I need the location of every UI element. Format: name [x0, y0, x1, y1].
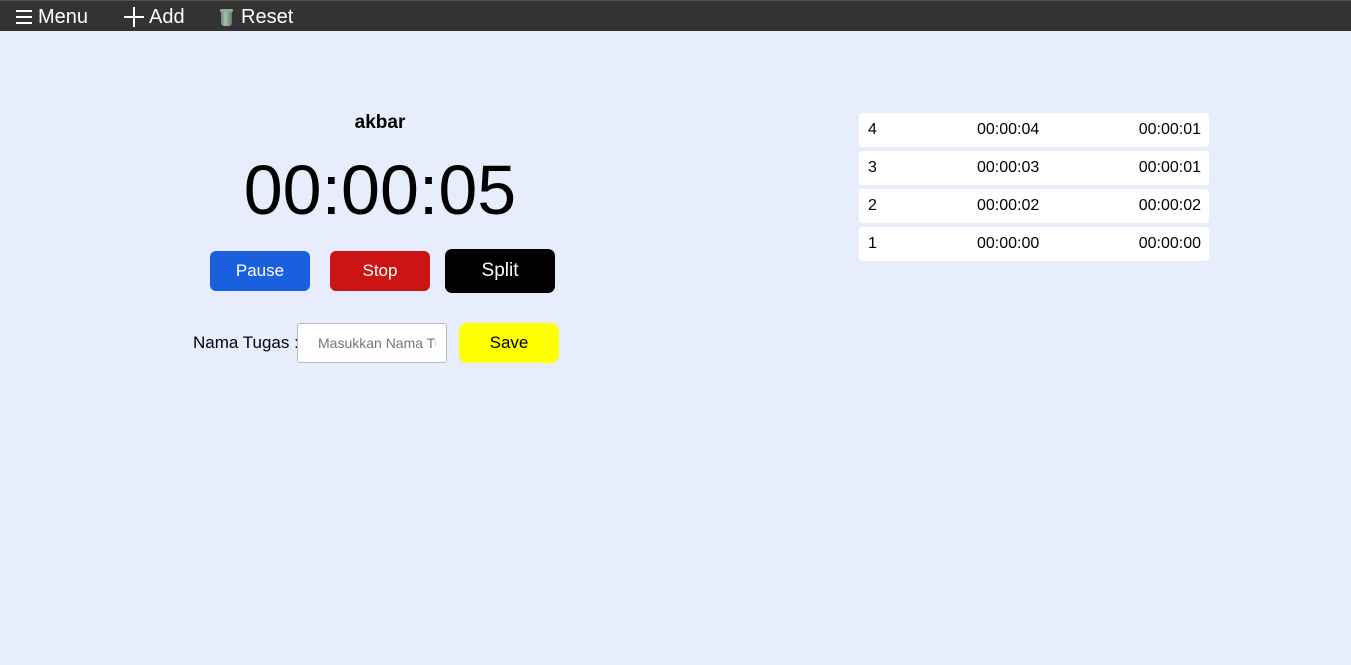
add-button[interactable]: Add: [124, 5, 185, 29]
lap-time: 00:00:02: [977, 197, 1040, 214]
hamburger-icon: [16, 10, 32, 24]
lap-number: 2: [868, 197, 877, 214]
task-name-input[interactable]: [297, 323, 447, 363]
lap-difference: 00:00:01: [1138, 121, 1201, 138]
lap-time: 00:00:03: [977, 159, 1040, 176]
lap-difference: 00:00:01: [1138, 159, 1201, 176]
stop-button[interactable]: Stop: [330, 251, 430, 291]
lap-number: 1: [868, 235, 877, 252]
lap-row: 3 00:00:03 00:00:01: [859, 151, 1209, 185]
trash-icon: [220, 8, 233, 26]
lap-list: 4 00:00:04 00:00:01 3 00:00:03 00:00:01 …: [859, 113, 1209, 265]
lap-time: 00:00:04: [977, 121, 1040, 138]
pause-button[interactable]: Pause: [210, 251, 310, 291]
plus-icon: [124, 7, 144, 27]
lap-number: 4: [868, 121, 877, 138]
top-nav-bar: Menu Add Reset: [0, 0, 1351, 31]
lap-difference: 00:00:00: [1138, 235, 1201, 252]
menu-button[interactable]: Menu: [16, 5, 88, 29]
add-label: Add: [149, 5, 185, 28]
save-button[interactable]: Save: [459, 323, 559, 363]
lap-row: 4 00:00:04 00:00:01: [859, 113, 1209, 147]
split-button[interactable]: Split: [445, 249, 555, 293]
lap-difference: 00:00:02: [1138, 197, 1201, 214]
task-name-label: Nama Tugas :: [193, 333, 299, 352]
lap-row: 2 00:00:02 00:00:02: [859, 189, 1209, 223]
lap-time: 00:00:00: [977, 235, 1040, 252]
current-task-name: akbar: [354, 112, 406, 133]
lap-number: 3: [868, 159, 877, 176]
reset-button[interactable]: Reset: [220, 5, 294, 29]
reset-label: Reset: [241, 5, 294, 28]
menu-label: Menu: [38, 5, 89, 28]
timer-display: 00:00:05: [243, 151, 517, 229]
lap-row: 1 00:00:00 00:00:00: [859, 227, 1209, 261]
